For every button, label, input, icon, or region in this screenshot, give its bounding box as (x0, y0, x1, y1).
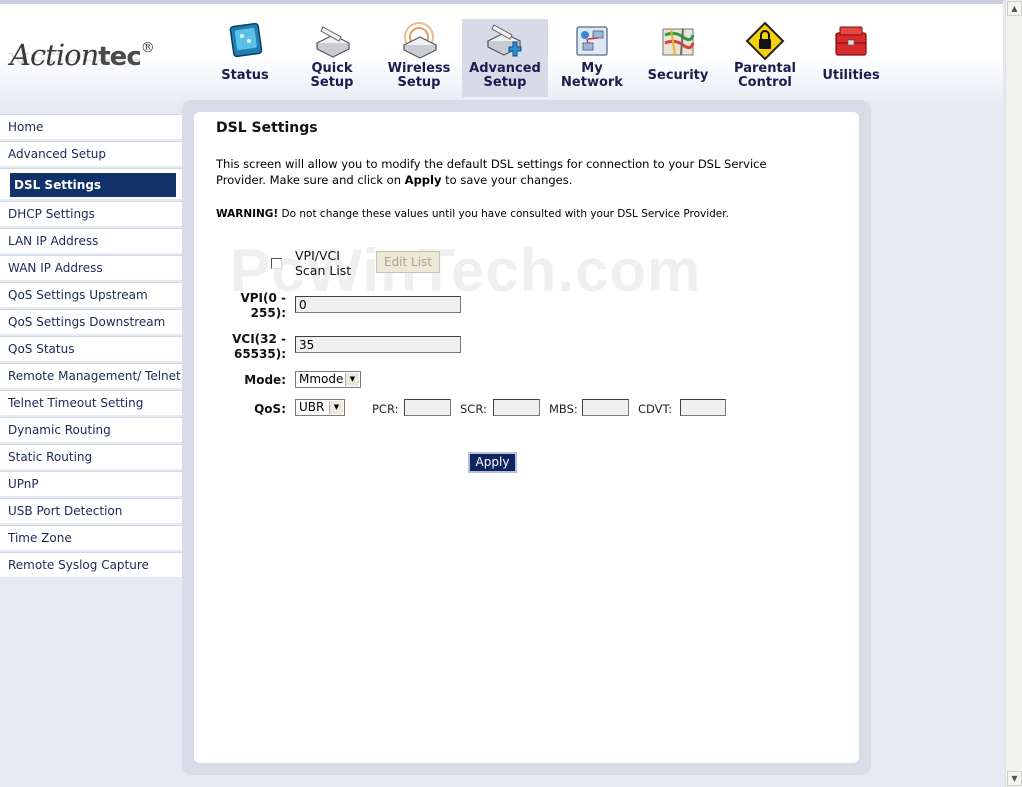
cdvt-input[interactable] (680, 399, 726, 416)
sidebar-item-telnet-timeout[interactable]: Telnet Timeout Setting (0, 390, 182, 415)
nav-status-label: Status (221, 68, 269, 83)
nav-security-label: Security (647, 68, 709, 83)
scr-input[interactable] (493, 399, 540, 416)
sidebar-item-dhcp-settings[interactable]: DHCP Settings (0, 201, 182, 226)
sidebar-item-label: Remote Syslog Capture (8, 558, 149, 572)
sidebar-item-static-routing[interactable]: Static Routing (0, 444, 182, 469)
sidebar-item-home[interactable]: Home (0, 114, 182, 139)
sidebar-item-label: Remote Management/ Telnet (8, 369, 181, 383)
nav-wireless-setup[interactable]: Wireless Setup (376, 19, 462, 97)
wireless-setup-icon (402, 22, 438, 59)
nav-quick-setup[interactable]: Quick Setup (289, 19, 375, 97)
intro-line-2: Provider. Make sure and click on Apply t… (216, 173, 573, 187)
sidebar-item-label: Dynamic Routing (8, 423, 111, 437)
cdvt-label: CDVT: (638, 402, 673, 416)
nav-status[interactable]: Status (202, 19, 288, 97)
warning-message: Do not change these values until you hav… (278, 208, 729, 220)
header: Actiontec® Actiontec Status Quick Setup … (0, 0, 1003, 104)
header-top-strip (0, 0, 1003, 4)
sidebar-item-upnp[interactable]: UPnP (0, 471, 182, 496)
vci-label: VCI(32 -65535): (232, 332, 286, 361)
sidebar-item-label: Static Routing (8, 450, 93, 464)
security-icon (662, 28, 695, 56)
sidebar-item-label: QoS Settings Upstream (8, 288, 148, 302)
mbs-input[interactable] (582, 399, 629, 416)
my-network-icon (576, 26, 608, 56)
sidebar-item-label: Advanced Setup (8, 147, 107, 161)
nav-my-network[interactable]: My Network (549, 19, 635, 97)
chevron-down-icon: ▼ (329, 401, 343, 414)
sidebar-item-remote-management[interactable]: Remote Management/ Telnet (0, 363, 182, 388)
edit-list-button[interactable]: Edit List (376, 251, 440, 273)
sidebar-item-time-zone[interactable]: Time Zone (0, 525, 182, 550)
sidebar-item-label: QoS Settings Downstream (8, 315, 166, 329)
sidebar-item-advanced-setup[interactable]: Advanced Setup (0, 141, 182, 166)
vpi-label: VPI(0 -255): (240, 291, 286, 320)
status-icon (229, 22, 263, 58)
sidebar-item-dsl-settings[interactable]: DSL Settings (0, 168, 182, 199)
sidebar-item-label-active: DSL Settings (10, 173, 176, 197)
nav-security[interactable]: Security (635, 19, 721, 97)
page-title: DSL Settings (216, 120, 318, 136)
quick-setup-icon (315, 26, 351, 58)
nav-utilities[interactable]: Utilities (808, 19, 894, 97)
intro-line-1: This screen will allow you to modify the… (216, 157, 767, 171)
logo-reflection: Actiontec (10, 49, 141, 68)
vpi-input[interactable] (295, 296, 461, 313)
nav-quick-setup-label: Quick Setup (310, 61, 354, 90)
scan-list-checkbox[interactable] (271, 258, 282, 269)
mode-select[interactable]: Mmode ▼ (295, 371, 361, 388)
mbs-label: MBS: (549, 402, 578, 416)
sidebar-item-qos-upstream[interactable]: QoS Settings Upstream (0, 282, 182, 307)
utilities-icon (835, 26, 867, 56)
logo-registered: ® (140, 40, 155, 56)
apply-button[interactable]: Apply (468, 452, 517, 473)
nav-parental-control[interactable]: Parental Control (722, 19, 808, 97)
pcr-input[interactable] (404, 399, 451, 416)
sidebar: Home Advanced Setup DSL Settings DHCP Se… (0, 114, 182, 579)
intro-text: This screen will allow you to modify the… (216, 156, 816, 188)
sidebar-item-lan-ip-address[interactable]: LAN IP Address (0, 228, 182, 253)
qos-select[interactable]: UBR ▼ (295, 399, 345, 416)
qos-select-value: UBR (299, 400, 325, 414)
sidebar-item-wan-ip-address[interactable]: WAN IP Address (0, 255, 182, 280)
sidebar-item-label: Telnet Timeout Setting (8, 396, 144, 410)
nav-advanced-setup[interactable]: Advanced Setup (462, 19, 548, 97)
sidebar-item-usb-port-detection[interactable]: USB Port Detection (0, 498, 182, 523)
nav-parental-control-label: Parental Control (734, 61, 796, 90)
sidebar-item-label: QoS Status (8, 342, 75, 356)
sidebar-item-label: Home (8, 120, 44, 134)
main-content: DSL Settings This screen will allow you … (194, 112, 859, 763)
sidebar-item-dynamic-routing[interactable]: Dynamic Routing (0, 417, 182, 442)
sidebar-item-label: UPnP (8, 477, 39, 491)
mode-label: Mode: (244, 373, 286, 387)
warning-label: WARNING! (216, 208, 279, 220)
sidebar-item-label: USB Port Detection (8, 504, 123, 518)
scan-list-label: VPI/VCI Scan List (295, 248, 352, 278)
vci-input[interactable] (295, 336, 461, 353)
sidebar-item-label: WAN IP Address (8, 261, 103, 275)
scroll-down-icon[interactable]: ▼ (1007, 771, 1022, 786)
nav-my-network-label: My Network (561, 61, 623, 90)
sidebar-item-remote-syslog[interactable]: Remote Syslog Capture (0, 552, 182, 577)
pcr-label: PCR: (372, 402, 399, 416)
sidebar-item-qos-status[interactable]: QoS Status (0, 336, 182, 361)
sidebar-item-label: LAN IP Address (8, 234, 99, 248)
nav-advanced-setup-label: Advanced Setup (469, 61, 541, 90)
advanced-setup-icon (486, 24, 522, 57)
sidebar-item-label: DHCP Settings (8, 207, 95, 221)
warning-text: WARNING! Do not change these values unti… (216, 208, 729, 220)
scr-label: SCR: (460, 402, 487, 416)
chevron-down-icon: ▼ (345, 373, 359, 386)
actiontec-logo[interactable]: Actiontec® Actiontec (10, 38, 160, 90)
parental-control-icon (745, 21, 785, 61)
mode-select-value: Mmode (299, 372, 344, 386)
sidebar-item-label: Time Zone (8, 531, 72, 545)
nav-wireless-setup-label: Wireless Setup (387, 61, 451, 90)
scroll-up-icon[interactable]: ▲ (1007, 1, 1022, 16)
sidebar-item-qos-downstream[interactable]: QoS Settings Downstream (0, 309, 182, 334)
vertical-scrollbar[interactable]: ▲ ▼ (1005, 0, 1022, 787)
nav-utilities-label: Utilities (822, 68, 880, 83)
qos-label: QoS: (254, 402, 286, 416)
